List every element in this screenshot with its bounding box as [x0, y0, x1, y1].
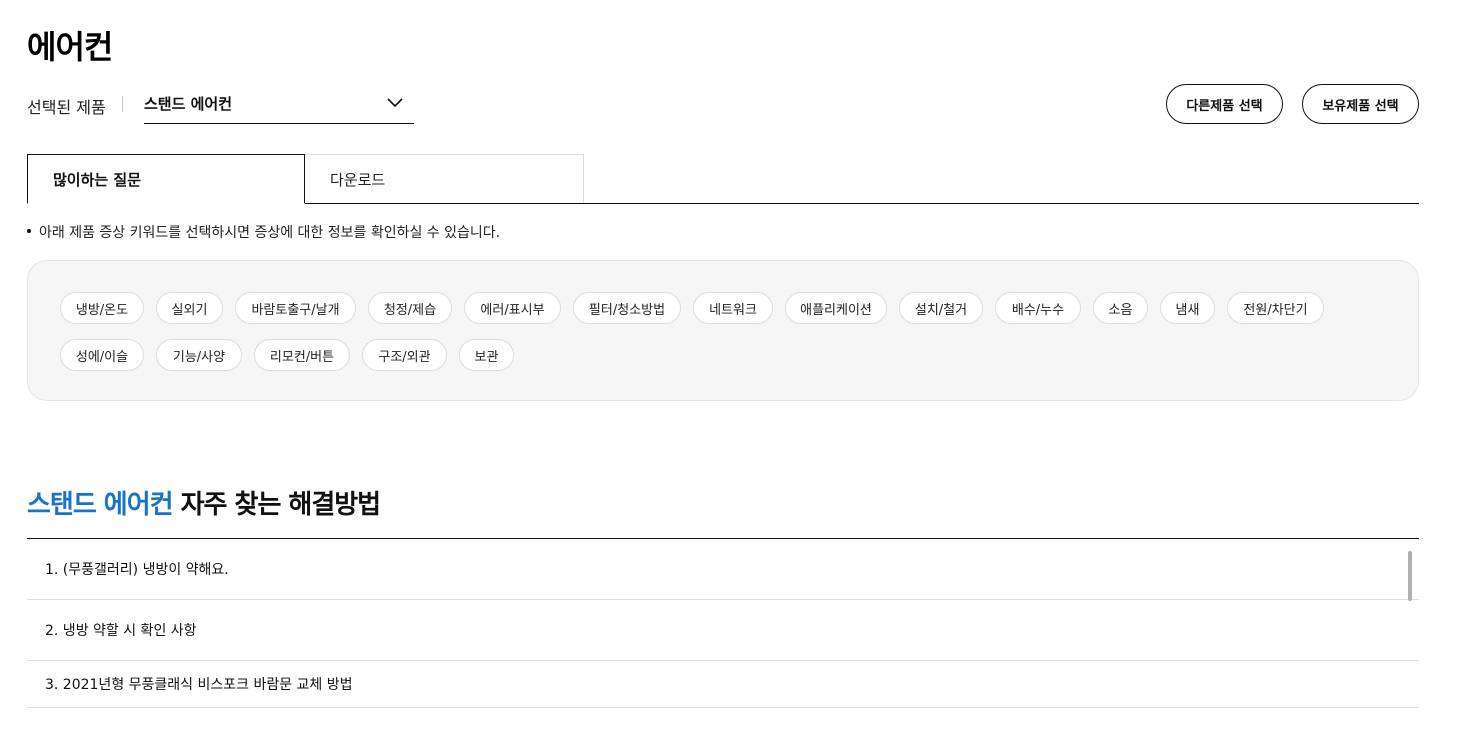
keyword-chip[interactable]: 설치/철거 — [899, 292, 983, 324]
keyword-chip[interactable]: 애플리케이션 — [785, 292, 887, 324]
faq-item[interactable]: 2. 냉방 약할 시 확인 사항 — [27, 600, 1419, 661]
keyword-chip[interactable]: 에러/표시부 — [464, 292, 561, 324]
keyword-chip[interactable]: 바람토출구/날개 — [235, 292, 356, 324]
product-dropdown[interactable]: 스탠드 에어컨 — [144, 84, 414, 124]
faq-item[interactable]: 1. (무풍갤러리) 냉방이 약해요. — [27, 539, 1419, 600]
faq-list: 1. (무풍갤러리) 냉방이 약해요. 2. 냉방 약할 시 확인 사항 3. … — [27, 538, 1419, 708]
product-selector-row: 선택된 제품 스탠드 에어컨 다른제품 선택 보유제품 선택 — [27, 84, 1419, 124]
notice-label: 아래 제품 증상 키워드를 선택하시면 증상에 대한 정보를 확인하실 수 있습… — [39, 225, 501, 241]
keyword-row: 성에/이슬 기능/사양 리모컨/버튼 구조/외관 보관 — [60, 339, 526, 371]
keyword-panel: 냉방/온도 실외기 바람토출구/날개 청정/제습 에러/표시부 필터/청소방법 … — [27, 260, 1419, 401]
keyword-chip[interactable]: 기능/사양 — [156, 339, 242, 371]
section-title-product: 스탠드 에어컨 — [27, 490, 174, 520]
tab-faq[interactable]: 많이하는 질문 — [27, 154, 305, 204]
tab-download[interactable]: 다운로드 — [305, 154, 584, 203]
keyword-chip[interactable]: 보관 — [459, 339, 514, 371]
keyword-chip[interactable]: 냄새 — [1160, 292, 1215, 324]
product-dropdown-value: 스탠드 에어컨 — [144, 95, 233, 113]
divider — [122, 96, 123, 112]
keyword-chip[interactable]: 필터/청소방법 — [573, 292, 681, 324]
keyword-chip[interactable]: 배수/누수 — [995, 292, 1081, 324]
section-title-rest: 자주 찾는 해결방법 — [180, 490, 381, 520]
selected-product-label: 선택된 제품 — [27, 98, 106, 117]
keyword-chip[interactable]: 냉방/온도 — [60, 292, 144, 324]
other-product-button[interactable]: 다른제품 선택 — [1166, 84, 1283, 124]
keyword-chip[interactable]: 실외기 — [156, 292, 223, 324]
keyword-chip[interactable]: 리모컨/버튼 — [254, 339, 350, 371]
bullet-icon — [27, 229, 31, 233]
page-title: 에어컨 — [27, 28, 113, 66]
faq-item[interactable]: 3. 2021년형 무풍클래식 비스포크 바람문 교체 방법 — [27, 661, 1419, 708]
keyword-chip[interactable]: 네트워크 — [693, 292, 773, 324]
keyword-chip[interactable]: 구조/외관 — [362, 339, 447, 371]
keyword-chip[interactable]: 성에/이슬 — [60, 339, 144, 371]
chevron-down-icon — [387, 98, 403, 108]
owned-product-button[interactable]: 보유제품 선택 — [1302, 84, 1419, 124]
scrollbar-thumb[interactable] — [1408, 551, 1412, 601]
keyword-chip[interactable]: 청정/제습 — [368, 292, 452, 324]
keyword-chip[interactable]: 전원/차단기 — [1227, 292, 1324, 324]
notice-text: 아래 제품 증상 키워드를 선택하시면 증상에 대한 정보를 확인하실 수 있습… — [27, 222, 500, 242]
keyword-chip[interactable]: 소음 — [1093, 292, 1148, 324]
section-title: 스탠드 에어컨 자주 찾는 해결방법 — [27, 484, 381, 521]
tab-bar: 많이하는 질문 다운로드 — [27, 154, 1419, 204]
keyword-row: 냉방/온도 실외기 바람토출구/날개 청정/제습 에러/표시부 필터/청소방법 … — [60, 292, 1336, 324]
